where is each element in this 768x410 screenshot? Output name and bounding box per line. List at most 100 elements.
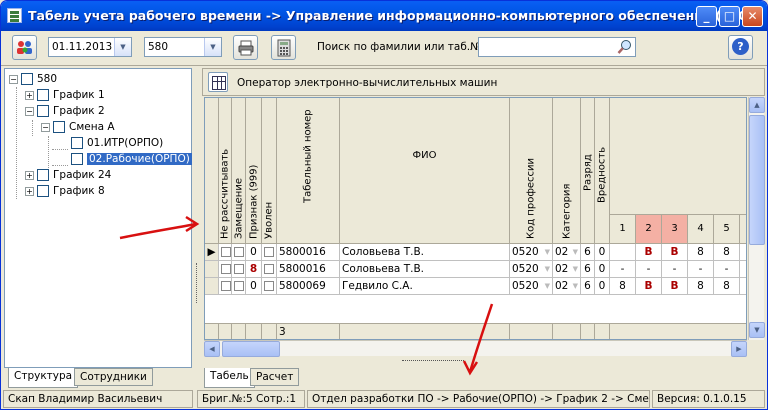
cell-prof[interactable]: 0520 ▼ [510,261,553,278]
row-checkbox-fired[interactable] [262,244,277,261]
column-header-rank[interactable]: Разряд [581,98,595,244]
horizontal-scrollbar[interactable]: ◀ ▶ [204,340,747,357]
column-header-tab-no[interactable]: Табельный номер [277,98,340,244]
checkbox-box[interactable] [221,247,231,257]
minimize-button[interactable]: _ [696,6,717,27]
day-header-6[interactable]: 6 [740,215,746,244]
column-header-replace[interactable]: Замещение [232,98,246,244]
tree-node[interactable]: − Смена А [41,119,115,135]
cell-day[interactable]: 8 [714,244,740,261]
checkbox-box[interactable] [221,281,231,291]
column-header-sign[interactable]: Признак (999) [246,98,262,244]
hscroll-thumb[interactable] [222,341,280,357]
tree-checkbox[interactable] [37,185,49,197]
tab-employees[interactable]: Сотрудники [74,368,153,386]
row-checkbox-replace[interactable] [232,278,246,295]
chevron-down-icon[interactable]: ▼ [545,261,550,277]
column-header-category[interactable]: Категория [553,98,581,244]
table-row[interactable]: 85800016Соловьева Т.В.0520▼02▼60------- [205,261,746,278]
checkbox-box[interactable] [264,281,274,291]
row-checkbox-no-calc[interactable] [219,244,232,261]
cell-prof[interactable]: 0520 ▼ [510,278,553,295]
tree-node[interactable]: − 580 [9,71,57,87]
cell-sign[interactable]: 8 [246,261,262,278]
column-header-prof-code[interactable]: Код профессии [510,98,553,244]
tree-node[interactable]: 02.Рабочие(ОРПО) [71,151,192,167]
cell-rank[interactable]: 6 [581,261,595,278]
cell-prof[interactable]: 0520 ▼ [510,244,553,261]
tab-timesheet[interactable]: Табель [204,368,255,388]
chevron-down-icon[interactable]: ▼ [114,38,131,56]
chevron-down-icon[interactable]: ▼ [573,278,578,294]
row-checkbox-replace[interactable] [232,261,246,278]
cell-day[interactable]: - [610,261,636,278]
cell-day[interactable]: - [740,261,746,278]
row-checkbox-replace[interactable] [232,244,246,261]
tree-checkbox[interactable] [37,89,49,101]
cell-day[interactable]: - [662,261,688,278]
search-icon[interactable] [617,39,633,55]
cell-day[interactable]: В [662,278,688,295]
column-header-fired[interactable]: Уволен [262,98,277,244]
day-header-3[interactable]: 3 [662,215,688,244]
tree-checkbox[interactable] [21,73,33,85]
cell-rank[interactable]: 6 [581,244,595,261]
table-row[interactable]: 05800069Гедвило С.А.0520▼02▼608ВВ887В [205,278,746,295]
row-checkbox-no-calc[interactable] [219,278,232,295]
scroll-right-icon[interactable]: ▶ [731,341,747,357]
cell-sign[interactable]: 0 [246,244,262,261]
cell-day[interactable]: 8 [714,278,740,295]
cell-day[interactable] [610,244,636,261]
tree-checkbox[interactable] [71,153,83,165]
help-button[interactable]: ? [728,35,753,60]
checkbox-box[interactable] [234,264,244,274]
collapse-icon[interactable]: − [9,74,18,84]
checkbox-box[interactable] [264,247,274,257]
column-header-no-calc[interactable]: Не рассчитывать [219,98,232,244]
cell-day[interactable]: В [636,244,662,261]
checkbox-box[interactable] [221,264,231,274]
cell-day[interactable]: - [688,261,714,278]
print-button[interactable] [233,35,258,60]
tree-node[interactable]: 01.ИТР(ОРПО) [71,135,163,151]
cell-sign[interactable]: 0 [246,278,262,295]
cell-fio[interactable]: Соловьева Т.В. [340,244,510,261]
scroll-down-icon[interactable]: ▼ [749,322,765,338]
cell-day[interactable]: 8 [688,244,714,261]
day-header-5[interactable]: 5 [714,215,740,244]
row-checkbox-no-calc[interactable] [219,261,232,278]
tree-node[interactable]: + График 8 [25,183,105,199]
day-header-2[interactable]: 2 [636,215,662,244]
scroll-up-icon[interactable]: ▲ [749,97,765,113]
tree-node[interactable]: − График 2 [25,103,105,119]
dept-select[interactable]: 580 ▼ [144,37,222,57]
date-picker[interactable]: 01.11.2013 ▼ [48,37,132,57]
column-header-fio[interactable]: ФИО [340,98,510,244]
cell-tab-no[interactable]: 5800016 [277,244,340,261]
table-row[interactable]: ▶05800016Соловьева Т.В.0520▼02▼60ВВ887В [205,244,746,261]
collapse-icon[interactable]: − [25,106,34,116]
grid-icon[interactable] [208,72,228,92]
row-checkbox-fired[interactable] [262,278,277,295]
vertical-splitter[interactable] [194,68,201,368]
cell-cat[interactable]: 02 ▼ [553,261,581,278]
checkbox-box[interactable] [264,264,274,274]
cell-harm[interactable]: 0 [595,244,610,261]
day-header-4[interactable]: 4 [688,215,714,244]
cell-cat[interactable]: 02 ▼ [553,278,581,295]
row-checkbox-fired[interactable] [262,261,277,278]
chevron-down-icon[interactable]: ▼ [573,244,578,260]
cell-day[interactable]: 8 [688,278,714,295]
cell-fio[interactable]: Соловьева Т.В. [340,261,510,278]
structure-tree[interactable]: −580 + График 1− График 2− Смена А 01.ИТР(ОРП… [4,68,192,368]
tree-node[interactable]: + График 1 [25,87,105,103]
cell-cat[interactable]: 02 ▼ [553,244,581,261]
cell-tab-no[interactable]: 5800069 [277,278,340,295]
maximize-button[interactable]: □ [719,6,740,27]
tree-checkbox[interactable] [71,137,83,149]
cell-day[interactable]: - [636,261,662,278]
checkbox-box[interactable] [234,281,244,291]
collapse-icon[interactable]: − [41,122,50,132]
vertical-scrollbar[interactable]: ▲ ▼ [748,97,765,340]
scroll-thumb[interactable] [749,115,765,245]
